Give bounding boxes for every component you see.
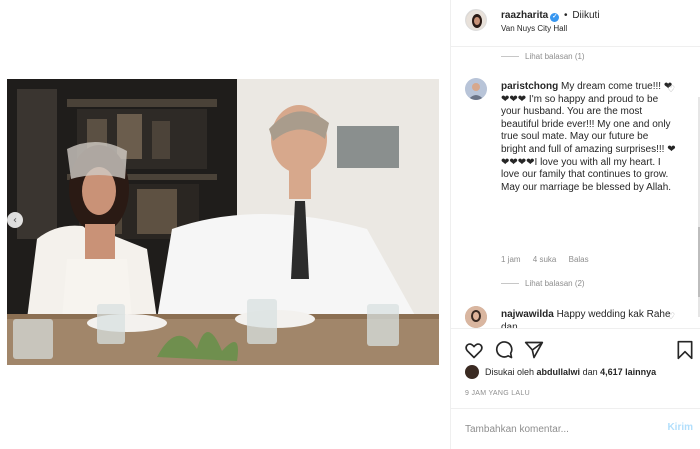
commenter-avatar[interactable] [465, 306, 487, 328]
comment-time: 1 jam [501, 255, 521, 264]
comment-input[interactable] [465, 421, 645, 437]
post-location[interactable]: Van Nuys City Hall [501, 24, 567, 33]
view-replies-button[interactable]: Lihat balasan (2) [501, 279, 585, 288]
comment-likes[interactable]: 4 suka [533, 255, 557, 264]
liked-by-and: dan [582, 367, 598, 377]
comment-body: najwawilda Happy wedding kak Rahe dan ..… [501, 309, 676, 328]
post-comment-button[interactable]: Kirim [667, 422, 693, 433]
heart-icon[interactable] [464, 340, 484, 360]
comment-icon[interactable] [494, 340, 514, 360]
view-replies-label: Lihat balasan (1) [525, 52, 585, 61]
author-username[interactable]: raazharita [501, 10, 548, 21]
verified-badge-icon: ✓ [550, 13, 560, 22]
liker-avatar[interactable] [465, 365, 479, 379]
view-replies-button[interactable]: Lihat balasan (1) [501, 52, 585, 61]
like-comment-heart-icon[interactable]: ♡ [667, 312, 675, 322]
liked-by-count[interactable]: 4,617 lainnya [600, 367, 656, 377]
bookmark-icon[interactable] [675, 340, 695, 360]
post-actions: Disukai oleh abdullalwi dan 4,617 lainny… [451, 328, 700, 408]
follow-status-button[interactable]: Diikuti [572, 10, 599, 21]
view-replies-label: Lihat balasan (2) [525, 279, 585, 288]
like-comment-heart-icon[interactable]: ♡ [667, 85, 675, 95]
add-comment-bar: Kirim [451, 408, 700, 449]
comment-username[interactable]: paristchong [501, 81, 558, 92]
comments-list: Lihat balasan (1) paristchong My dream c… [451, 47, 700, 328]
comment-body: paristchong My dream come true!!! ❤❤❤❤ I… [501, 81, 676, 194]
author-avatar[interactable] [465, 9, 487, 31]
header-separator: • [564, 10, 568, 21]
liked-by-user[interactable]: abdullalwi [537, 367, 581, 377]
comment-meta: 1 jam 4 suka Balas [501, 255, 599, 264]
author-line: raazharita ✓ • Diikuti [501, 10, 600, 22]
reply-line-icon [501, 56, 519, 58]
reply-line-icon [501, 283, 519, 285]
post-header: raazharita ✓ • Diikuti Van Nuys City Hall [451, 0, 700, 47]
previous-photo-button[interactable]: ‹ [7, 212, 23, 228]
commenter-avatar[interactable] [465, 78, 487, 100]
reply-button[interactable]: Balas [569, 255, 589, 264]
comment-username[interactable]: najwawilda [501, 309, 554, 320]
share-icon[interactable] [524, 340, 544, 360]
post-timestamp[interactable]: 9 JAM YANG LALU [465, 390, 530, 397]
chevron-left-icon: ‹ [13, 214, 17, 226]
post-sidebar: raazharita ✓ • Diikuti Van Nuys City Hall… [450, 0, 700, 449]
comment-text: My dream come true!!! ❤❤❤❤ I'm so happy … [501, 81, 676, 193]
media-pane: ‹ [0, 0, 450, 449]
liked-by-prefix: Disukai oleh [485, 367, 535, 377]
post-photo[interactable] [7, 79, 439, 365]
liked-by: Disukai oleh abdullalwi dan 4,617 lainny… [465, 365, 656, 379]
